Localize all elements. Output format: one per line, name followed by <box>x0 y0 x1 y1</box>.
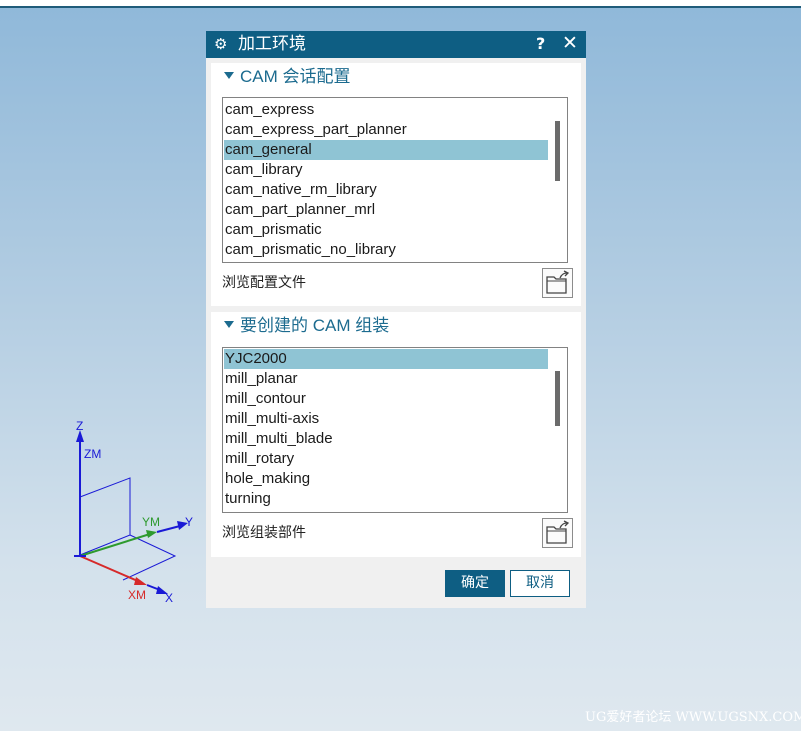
list-item[interactable]: cam_library <box>224 160 548 180</box>
setup-list[interactable]: YJC2000 mill_planar mill_contour mill_mu… <box>222 347 568 513</box>
browse-assembly-button[interactable] <box>542 518 573 548</box>
help-button[interactable]: ? <box>536 34 545 54</box>
setup-group-title: 要创建的 CAM 组装 <box>240 316 390 335</box>
y-axis-label: Y <box>185 515 194 529</box>
session-config-group: CAM 会话配置 cam_express cam_express_part_pl… <box>211 63 581 306</box>
x-axis-label: X <box>165 591 174 605</box>
list-item[interactable]: mill_rotary <box>224 449 548 469</box>
y-axis-line <box>156 525 181 533</box>
browse-config-button[interactable] <box>542 268 573 298</box>
list-item[interactable]: turning <box>224 489 548 509</box>
list-item[interactable]: mill_planar <box>224 369 548 389</box>
scrollbar-thumb[interactable] <box>555 371 560 426</box>
list-item[interactable]: cam_express_part_planner <box>224 120 548 140</box>
machining-environment-dialog: ⚙ 加工环境 ? ✕ CAM 会话配置 cam_express cam_expr… <box>206 31 586 608</box>
browse-config-label: 浏览配置文件 <box>222 275 306 291</box>
list-item[interactable]: cam_part_planner_mrl <box>224 200 548 220</box>
list-item[interactable]: hole_making <box>224 469 548 489</box>
ym-axis-arrow <box>146 530 157 538</box>
z-axis-label: Z <box>76 419 84 433</box>
window-top-edge <box>0 0 801 8</box>
dialog-title: 加工环境 <box>238 34 306 54</box>
coordinate-triad: Z ZM YM Y XM X <box>60 410 210 610</box>
scrollbar-thumb[interactable] <box>555 121 560 181</box>
collapse-caret-icon <box>224 72 234 79</box>
open-folder-icon <box>546 270 570 294</box>
triad-drawing <box>74 430 188 594</box>
list-item-selected[interactable]: cam_general <box>224 140 548 160</box>
collapse-caret-icon <box>224 321 234 328</box>
list-item[interactable]: cam_prismatic_no_library <box>224 240 548 260</box>
list-item[interactable]: mill_multi_blade <box>224 429 548 449</box>
session-list-scrollbar[interactable] <box>551 99 566 261</box>
triad-plane-xy <box>122 534 177 581</box>
open-folder-icon <box>546 520 570 544</box>
list-item[interactable]: cam_prismatic <box>224 220 548 240</box>
gear-icon: ⚙ <box>214 35 228 53</box>
list-item[interactable]: cam_express <box>224 100 548 120</box>
list-item[interactable]: cam_native_rm_library <box>224 180 548 200</box>
browse-assembly-label: 浏览组装部件 <box>222 525 306 541</box>
session-config-header[interactable]: CAM 会话配置 <box>211 63 581 93</box>
list-item-selected[interactable]: YJC2000 <box>224 349 548 369</box>
setup-list-scrollbar[interactable] <box>551 349 566 511</box>
xm-axis-line <box>79 555 141 583</box>
ok-button[interactable]: 确定 <box>445 570 505 597</box>
setup-group: 要创建的 CAM 组装 YJC2000 mill_planar mill_con… <box>211 312 581 557</box>
list-item[interactable]: mill_contour <box>224 389 548 409</box>
xm-axis-label: XM <box>128 588 146 602</box>
zm-axis-label: ZM <box>84 447 102 461</box>
xm-axis-arrow <box>134 577 147 585</box>
session-config-list[interactable]: cam_express cam_express_part_planner cam… <box>222 97 568 263</box>
session-config-title: CAM 会话配置 <box>240 67 351 86</box>
watermark-text: UG爱好者论坛 WWW.UGSNX.COM <box>585 710 801 725</box>
ym-axis-line <box>79 533 151 557</box>
setup-group-header[interactable]: 要创建的 CAM 组装 <box>211 312 581 342</box>
dialog-titlebar[interactable]: ⚙ 加工环境 ? ✕ <box>206 31 586 58</box>
ym-axis-label: YM <box>142 515 160 529</box>
list-item[interactable]: mill_multi-axis <box>224 409 548 429</box>
close-button[interactable]: ✕ <box>562 33 578 53</box>
cancel-button[interactable]: 取消 <box>510 570 570 597</box>
